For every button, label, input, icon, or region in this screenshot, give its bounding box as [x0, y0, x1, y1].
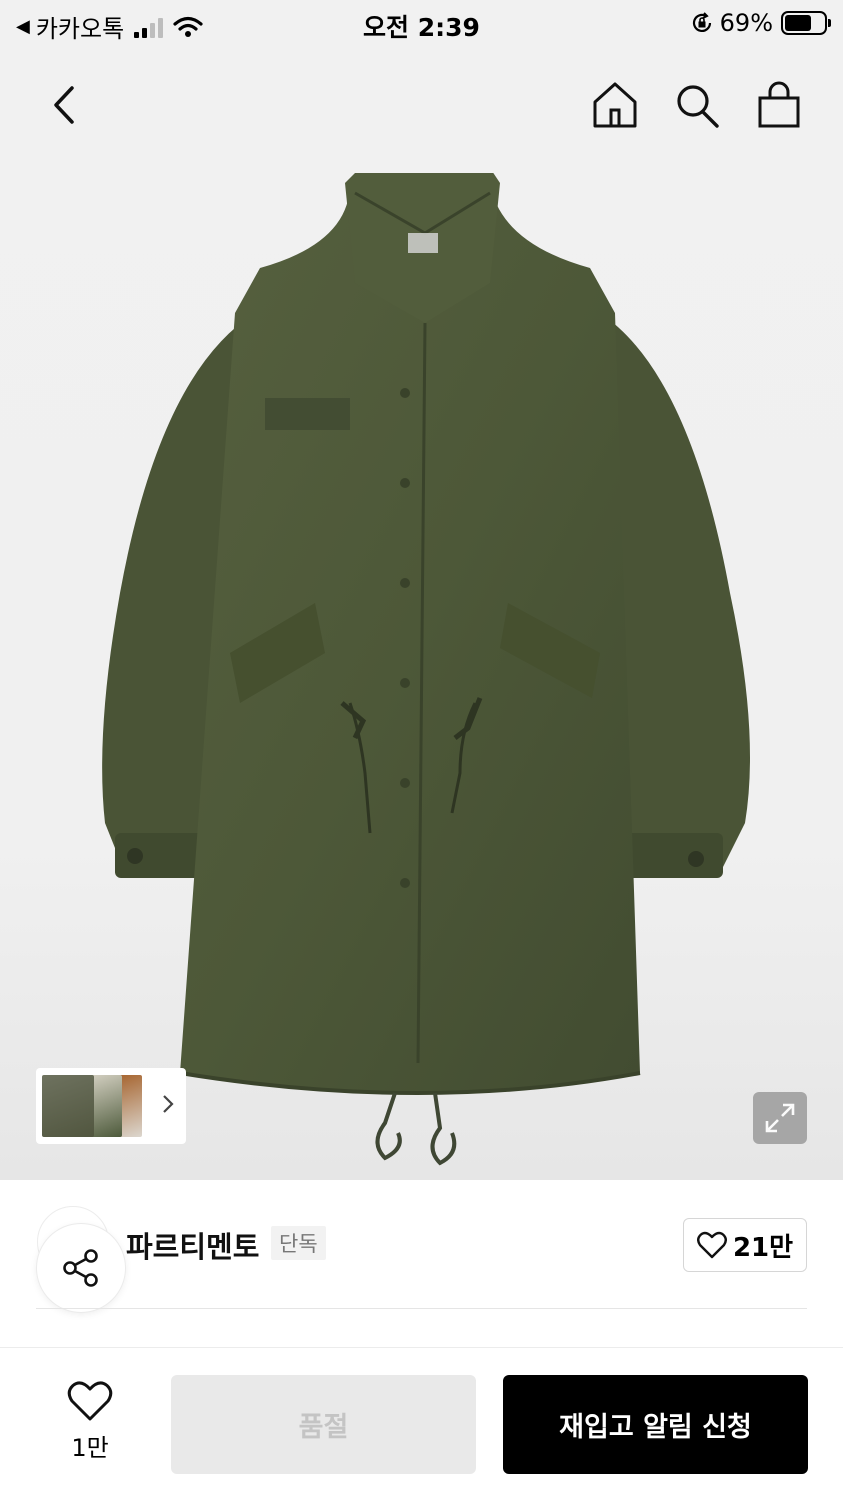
rotation-lock-icon	[692, 12, 711, 32]
chevron-right-icon[interactable]	[162, 1094, 174, 1114]
exclusive-badge: 단독	[271, 1226, 326, 1260]
home-button[interactable]	[591, 78, 639, 132]
search-icon	[677, 85, 719, 128]
cart-button[interactable]	[755, 78, 803, 132]
brand-like-count: 21만	[732, 1232, 794, 1263]
expand-icon	[765, 1103, 795, 1133]
share-button[interactable]	[37, 1224, 125, 1312]
battery-icon	[781, 11, 831, 35]
home-icon	[593, 82, 637, 128]
heart-icon	[67, 1381, 113, 1421]
shopping-bag-icon	[758, 81, 800, 128]
wishlist-button[interactable]: 1만	[52, 1380, 128, 1463]
header-actions	[591, 78, 803, 132]
product-image[interactable]	[80, 173, 770, 1173]
product-hero	[0, 48, 843, 1180]
battery-fill	[785, 15, 812, 31]
thumbnail-front[interactable]	[42, 1075, 94, 1137]
brand-name[interactable]: 파르티멘토	[126, 1224, 259, 1266]
back-button[interactable]	[40, 78, 88, 132]
fullscreen-button[interactable]	[753, 1092, 807, 1144]
divider	[36, 1308, 807, 1309]
status-bar: ◀ 카카오톡 오전 2:39 69%	[0, 0, 843, 48]
restock-alert-button[interactable]: 재입고 알림 신청	[503, 1375, 808, 1474]
battery-percent: 69%	[719, 9, 773, 37]
heart-icon	[696, 1231, 727, 1259]
soldout-button[interactable]: 품절	[171, 1375, 476, 1474]
back-chevron-icon	[54, 86, 74, 124]
thumbnail-strip[interactable]	[36, 1068, 186, 1144]
bottom-action-bar: 1만 품절 재입고 알림 신청	[0, 1347, 843, 1500]
search-button[interactable]	[673, 78, 721, 132]
brand-section: 파르티멘토 단독 21만	[0, 1180, 843, 1350]
brand-like-button[interactable]: 21만	[683, 1218, 807, 1272]
wishlist-count: 1만	[71, 1434, 109, 1462]
status-right: 69%	[690, 9, 831, 37]
share-icon	[63, 1249, 98, 1287]
